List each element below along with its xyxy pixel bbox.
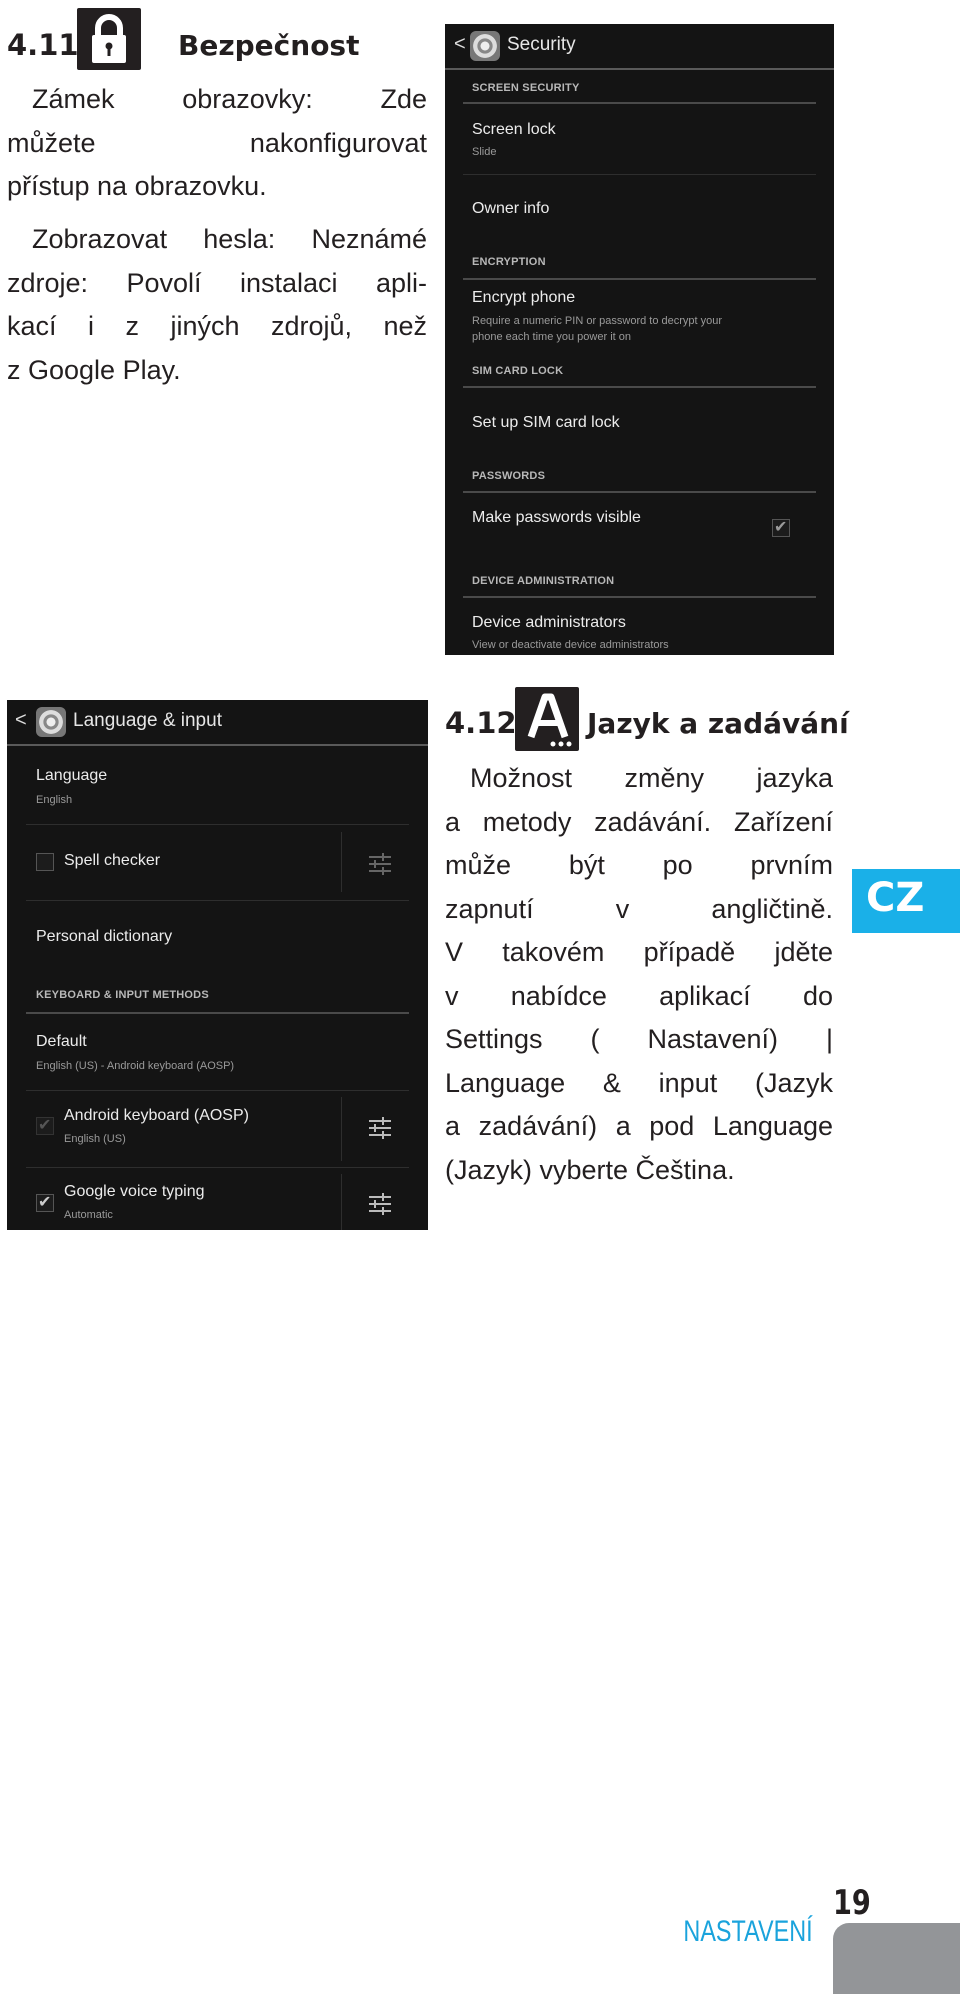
- text-line: (Jazyk) vyberte Čeština.: [445, 1154, 735, 1185]
- text-line: Settings ( Nastavení) |: [445, 1024, 833, 1054]
- divider: [463, 102, 816, 104]
- action-bar: < Security: [445, 24, 834, 70]
- section-header: SCREEN SECURITY: [472, 82, 580, 94]
- item-title: Google voice typing: [64, 1183, 205, 1200]
- text-line: kací i z jiných zdrojů, než: [7, 311, 427, 341]
- text-line: Možnost změny jazyka: [470, 763, 833, 793]
- item-title: Language: [36, 767, 108, 784]
- text-line: Zobrazovat hesla: Neznámé: [32, 224, 427, 254]
- item-summary: phone each time you power it on: [472, 331, 631, 343]
- text-line: zapnutí v angličtině.: [445, 893, 833, 924]
- chapter-label: NASTAVENÍ: [683, 1915, 813, 1948]
- section-header: SIM CARD LOCK: [472, 365, 564, 377]
- item-title: Encrypt phone: [472, 289, 576, 306]
- item-title: Screen lock: [472, 121, 556, 138]
- page-number: 19: [833, 1883, 871, 1923]
- section-header: ENCRYPTION: [472, 256, 546, 268]
- item-summary: Automatic: [64, 1209, 113, 1221]
- divider: [26, 1167, 409, 1168]
- text-line: přístup na obrazovku.: [7, 171, 267, 201]
- divider: [26, 900, 409, 901]
- divider: [463, 386, 816, 388]
- divider: [26, 1012, 409, 1014]
- check-icon: ✔: [38, 1117, 52, 1134]
- item-summary: English: [36, 794, 73, 806]
- text-line: Zámek obrazovky: Zde: [32, 84, 427, 114]
- back-icon[interactable]: <: [454, 33, 466, 56]
- side-tab-label: CZ: [866, 875, 925, 921]
- item-title: Default: [36, 1033, 87, 1050]
- settings-gear-icon: [36, 707, 66, 737]
- sim-card-lock-item[interactable]: Set up SIM card lock: [472, 414, 620, 432]
- android-keyboard-checkbox[interactable]: ✔: [36, 1117, 54, 1135]
- section-header: PASSWORDS: [472, 470, 546, 482]
- section-title: Jazyk a zadávání: [587, 707, 849, 740]
- passwords-visible-checkbox[interactable]: ✔: [772, 519, 790, 537]
- section-header: DEVICE ADMINISTRATION: [472, 575, 615, 587]
- text-line: zdroje: Povolí instalaci apli-: [7, 267, 427, 298]
- item-summary: English (US): [64, 1133, 126, 1145]
- item-summary: Slide: [472, 146, 497, 158]
- text-line: můžete nakonfigurovat: [7, 127, 427, 158]
- lock-icon: [77, 8, 141, 70]
- item-summary: View or deactivate device administrators: [472, 639, 669, 651]
- android-keyboard-settings-icon[interactable]: [369, 1116, 391, 1140]
- google-voice-settings-icon[interactable]: [369, 1192, 391, 1216]
- screen-title: Security: [507, 34, 576, 55]
- spell-checker-settings-icon[interactable]: [369, 852, 391, 876]
- text-line: Language & input (Jazyk: [445, 1067, 833, 1098]
- spell-checker-checkbox[interactable]: [36, 853, 54, 871]
- language-input-screenshot: < Language & input Language English Spel…: [7, 700, 428, 1230]
- screen-title: Language & input: [73, 710, 222, 731]
- check-icon: ✔: [774, 519, 788, 536]
- text-line: v nabídce aplikací do: [445, 980, 833, 1011]
- make-passwords-visible-item[interactable]: Make passwords visible: [472, 509, 641, 527]
- section-number: 4.11: [7, 28, 79, 62]
- text-line: může být po prvním: [445, 850, 833, 880]
- personal-dictionary-item[interactable]: Personal dictionary: [36, 928, 172, 946]
- divider: [341, 1097, 342, 1161]
- back-icon[interactable]: <: [15, 709, 27, 732]
- divider: [463, 596, 816, 598]
- item-title: Device administrators: [472, 614, 626, 631]
- text-line: z Google Play.: [7, 354, 181, 385]
- section-header: KEYBOARD & INPUT METHODS: [36, 989, 209, 1001]
- divider: [463, 278, 816, 280]
- google-voice-checkbox[interactable]: ✔: [36, 1194, 54, 1212]
- divider: [463, 174, 816, 175]
- divider: [26, 824, 409, 825]
- item-summary: English (US) - Android keyboard (AOSP): [36, 1060, 235, 1072]
- item-title: Android keyboard (AOSP): [64, 1107, 249, 1124]
- paragraph-screen-lock: Zámek obrazovky: Zde můžete nakonfigurov…: [7, 78, 427, 209]
- spell-checker-item[interactable]: Spell checker: [64, 852, 160, 870]
- divider: [26, 1090, 409, 1091]
- security-screenshot: < Security SCREEN SECURITY Screen lock S…: [445, 24, 834, 655]
- divider: [341, 1174, 342, 1230]
- page-tab: [833, 1923, 960, 1994]
- check-icon: ✔: [38, 1194, 52, 1211]
- settings-gear-icon: [470, 31, 500, 61]
- paragraph-passwords: Zobrazovat hesla: Neznámé zdroje: Povolí…: [7, 218, 427, 392]
- action-bar: < Language & input: [7, 700, 428, 746]
- text-line: V takovém případě jděte: [445, 937, 833, 967]
- text-line: a zadávání) a pod Language: [445, 1111, 833, 1141]
- language-side-tab: CZ: [852, 869, 960, 933]
- paragraph-language: Možnost změny jazyka a metody zadávání. …: [445, 757, 833, 1192]
- divider: [463, 491, 816, 493]
- language-a-icon: [515, 687, 579, 751]
- owner-info-item[interactable]: Owner info: [472, 200, 549, 218]
- section-number: 4.12: [445, 706, 517, 740]
- text-line: a metody zadávání. Zařízení: [445, 806, 833, 837]
- item-summary: Require a numeric PIN or password to dec…: [472, 315, 723, 327]
- divider: [341, 832, 342, 892]
- section-title: Bezpečnost: [178, 29, 360, 62]
